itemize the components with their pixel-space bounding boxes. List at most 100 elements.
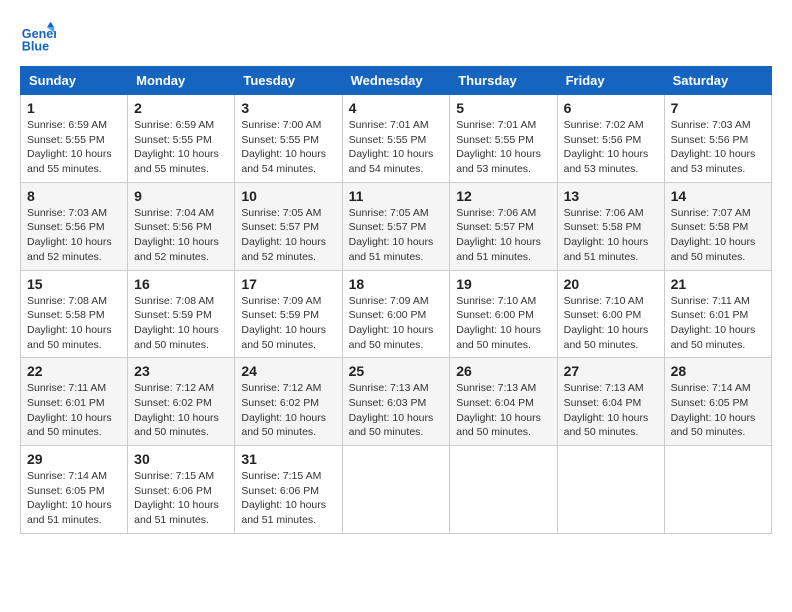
day-info: Sunrise: 7:06 AM Sunset: 5:57 PM Dayligh… — [456, 206, 550, 265]
day-info: Sunrise: 7:15 AM Sunset: 6:06 PM Dayligh… — [134, 469, 228, 528]
day-info: Sunrise: 7:00 AM Sunset: 5:55 PM Dayligh… — [241, 118, 335, 177]
day-info: Sunrise: 7:14 AM Sunset: 6:05 PM Dayligh… — [27, 469, 121, 528]
day-number: 31 — [241, 451, 335, 467]
calendar-cell: 8 Sunrise: 7:03 AM Sunset: 5:56 PM Dayli… — [21, 182, 128, 270]
day-number: 10 — [241, 188, 335, 204]
week-row-4: 22 Sunrise: 7:11 AM Sunset: 6:01 PM Dayl… — [21, 358, 772, 446]
logo-icon: General Blue — [20, 20, 56, 56]
day-info: Sunrise: 6:59 AM Sunset: 5:55 PM Dayligh… — [27, 118, 121, 177]
calendar-cell: 10 Sunrise: 7:05 AM Sunset: 5:57 PM Dayl… — [235, 182, 342, 270]
day-info: Sunrise: 7:14 AM Sunset: 6:05 PM Dayligh… — [671, 381, 765, 440]
day-number: 3 — [241, 100, 335, 116]
weekday-header-friday: Friday — [557, 67, 664, 95]
day-number: 16 — [134, 276, 228, 292]
day-number: 27 — [564, 363, 658, 379]
day-number: 17 — [241, 276, 335, 292]
calendar-cell — [557, 446, 664, 534]
day-info: Sunrise: 7:08 AM Sunset: 5:58 PM Dayligh… — [27, 294, 121, 353]
day-info: Sunrise: 7:02 AM Sunset: 5:56 PM Dayligh… — [564, 118, 658, 177]
calendar-cell: 17 Sunrise: 7:09 AM Sunset: 5:59 PM Dayl… — [235, 270, 342, 358]
calendar-cell: 31 Sunrise: 7:15 AM Sunset: 6:06 PM Dayl… — [235, 446, 342, 534]
calendar-cell: 3 Sunrise: 7:00 AM Sunset: 5:55 PM Dayli… — [235, 95, 342, 183]
day-info: Sunrise: 7:09 AM Sunset: 6:00 PM Dayligh… — [349, 294, 444, 353]
page-header: General Blue — [20, 20, 772, 56]
calendar-cell: 23 Sunrise: 7:12 AM Sunset: 6:02 PM Dayl… — [128, 358, 235, 446]
day-info: Sunrise: 7:08 AM Sunset: 5:59 PM Dayligh… — [134, 294, 228, 353]
day-number: 21 — [671, 276, 765, 292]
day-number: 15 — [27, 276, 121, 292]
calendar-cell: 13 Sunrise: 7:06 AM Sunset: 5:58 PM Dayl… — [557, 182, 664, 270]
calendar-cell: 18 Sunrise: 7:09 AM Sunset: 6:00 PM Dayl… — [342, 270, 450, 358]
day-info: Sunrise: 7:06 AM Sunset: 5:58 PM Dayligh… — [564, 206, 658, 265]
day-number: 28 — [671, 363, 765, 379]
day-number: 2 — [134, 100, 228, 116]
day-number: 24 — [241, 363, 335, 379]
day-info: Sunrise: 7:11 AM Sunset: 6:01 PM Dayligh… — [27, 381, 121, 440]
day-info: Sunrise: 7:03 AM Sunset: 5:56 PM Dayligh… — [27, 206, 121, 265]
day-info: Sunrise: 7:05 AM Sunset: 5:57 PM Dayligh… — [349, 206, 444, 265]
weekday-header-row: SundayMondayTuesdayWednesdayThursdayFrid… — [21, 67, 772, 95]
day-info: Sunrise: 7:13 AM Sunset: 6:04 PM Dayligh… — [456, 381, 550, 440]
calendar-cell: 21 Sunrise: 7:11 AM Sunset: 6:01 PM Dayl… — [664, 270, 771, 358]
weekday-header-wednesday: Wednesday — [342, 67, 450, 95]
weekday-header-saturday: Saturday — [664, 67, 771, 95]
day-info: Sunrise: 7:12 AM Sunset: 6:02 PM Dayligh… — [241, 381, 335, 440]
day-number: 11 — [349, 188, 444, 204]
weekday-header-sunday: Sunday — [21, 67, 128, 95]
calendar-cell: 19 Sunrise: 7:10 AM Sunset: 6:00 PM Dayl… — [450, 270, 557, 358]
day-info: Sunrise: 6:59 AM Sunset: 5:55 PM Dayligh… — [134, 118, 228, 177]
calendar-cell: 5 Sunrise: 7:01 AM Sunset: 5:55 PM Dayli… — [450, 95, 557, 183]
day-info: Sunrise: 7:03 AM Sunset: 5:56 PM Dayligh… — [671, 118, 765, 177]
svg-text:Blue: Blue — [22, 40, 49, 54]
day-info: Sunrise: 7:10 AM Sunset: 6:00 PM Dayligh… — [564, 294, 658, 353]
day-number: 23 — [134, 363, 228, 379]
logo: General Blue — [20, 20, 56, 56]
day-number: 19 — [456, 276, 550, 292]
day-number: 6 — [564, 100, 658, 116]
calendar-cell: 15 Sunrise: 7:08 AM Sunset: 5:58 PM Dayl… — [21, 270, 128, 358]
week-row-2: 8 Sunrise: 7:03 AM Sunset: 5:56 PM Dayli… — [21, 182, 772, 270]
week-row-3: 15 Sunrise: 7:08 AM Sunset: 5:58 PM Dayl… — [21, 270, 772, 358]
calendar-cell: 22 Sunrise: 7:11 AM Sunset: 6:01 PM Dayl… — [21, 358, 128, 446]
day-number: 30 — [134, 451, 228, 467]
calendar-cell: 7 Sunrise: 7:03 AM Sunset: 5:56 PM Dayli… — [664, 95, 771, 183]
calendar-cell: 27 Sunrise: 7:13 AM Sunset: 6:04 PM Dayl… — [557, 358, 664, 446]
calendar-cell: 11 Sunrise: 7:05 AM Sunset: 5:57 PM Dayl… — [342, 182, 450, 270]
day-info: Sunrise: 7:09 AM Sunset: 5:59 PM Dayligh… — [241, 294, 335, 353]
day-info: Sunrise: 7:13 AM Sunset: 6:03 PM Dayligh… — [349, 381, 444, 440]
day-number: 29 — [27, 451, 121, 467]
weekday-header-monday: Monday — [128, 67, 235, 95]
week-row-1: 1 Sunrise: 6:59 AM Sunset: 5:55 PM Dayli… — [21, 95, 772, 183]
week-row-5: 29 Sunrise: 7:14 AM Sunset: 6:05 PM Dayl… — [21, 446, 772, 534]
day-number: 12 — [456, 188, 550, 204]
day-number: 8 — [27, 188, 121, 204]
calendar-cell: 29 Sunrise: 7:14 AM Sunset: 6:05 PM Dayl… — [21, 446, 128, 534]
calendar-cell: 9 Sunrise: 7:04 AM Sunset: 5:56 PM Dayli… — [128, 182, 235, 270]
day-info: Sunrise: 7:10 AM Sunset: 6:00 PM Dayligh… — [456, 294, 550, 353]
weekday-header-tuesday: Tuesday — [235, 67, 342, 95]
calendar-cell — [342, 446, 450, 534]
day-info: Sunrise: 7:12 AM Sunset: 6:02 PM Dayligh… — [134, 381, 228, 440]
calendar-cell: 20 Sunrise: 7:10 AM Sunset: 6:00 PM Dayl… — [557, 270, 664, 358]
calendar-cell: 6 Sunrise: 7:02 AM Sunset: 5:56 PM Dayli… — [557, 95, 664, 183]
day-number: 4 — [349, 100, 444, 116]
calendar-cell: 25 Sunrise: 7:13 AM Sunset: 6:03 PM Dayl… — [342, 358, 450, 446]
calendar-table: SundayMondayTuesdayWednesdayThursdayFrid… — [20, 66, 772, 534]
day-info: Sunrise: 7:13 AM Sunset: 6:04 PM Dayligh… — [564, 381, 658, 440]
day-info: Sunrise: 7:04 AM Sunset: 5:56 PM Dayligh… — [134, 206, 228, 265]
day-number: 26 — [456, 363, 550, 379]
day-number: 18 — [349, 276, 444, 292]
day-number: 5 — [456, 100, 550, 116]
day-number: 22 — [27, 363, 121, 379]
calendar-cell: 28 Sunrise: 7:14 AM Sunset: 6:05 PM Dayl… — [664, 358, 771, 446]
calendar-cell: 24 Sunrise: 7:12 AM Sunset: 6:02 PM Dayl… — [235, 358, 342, 446]
calendar-cell — [450, 446, 557, 534]
day-info: Sunrise: 7:07 AM Sunset: 5:58 PM Dayligh… — [671, 206, 765, 265]
calendar-cell: 26 Sunrise: 7:13 AM Sunset: 6:04 PM Dayl… — [450, 358, 557, 446]
day-info: Sunrise: 7:11 AM Sunset: 6:01 PM Dayligh… — [671, 294, 765, 353]
calendar-cell: 30 Sunrise: 7:15 AM Sunset: 6:06 PM Dayl… — [128, 446, 235, 534]
calendar-cell — [664, 446, 771, 534]
calendar-cell: 16 Sunrise: 7:08 AM Sunset: 5:59 PM Dayl… — [128, 270, 235, 358]
day-info: Sunrise: 7:15 AM Sunset: 6:06 PM Dayligh… — [241, 469, 335, 528]
day-number: 1 — [27, 100, 121, 116]
